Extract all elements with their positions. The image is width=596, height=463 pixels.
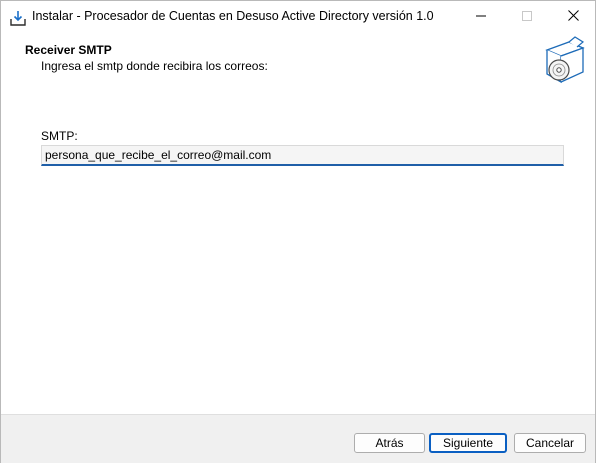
maximize-icon	[522, 10, 532, 24]
install-icon	[9, 9, 27, 27]
maximize-button[interactable]	[504, 1, 550, 33]
wizard-footer: Atrás Siguiente Cancelar	[1, 414, 595, 463]
page-title: Receiver SMTP	[25, 43, 112, 57]
back-button[interactable]: Atrás	[354, 433, 425, 453]
close-icon	[567, 10, 579, 24]
minimize-button[interactable]	[458, 1, 504, 33]
close-button[interactable]	[550, 1, 596, 33]
smtp-input[interactable]	[41, 145, 564, 166]
cancel-button[interactable]: Cancelar	[514, 433, 586, 453]
title-bar[interactable]: Instalar - Procesador de Cuentas en Desu…	[1, 1, 595, 33]
page-subtitle: Ingresa el smtp donde recibira los corre…	[41, 59, 268, 73]
next-button[interactable]: Siguiente	[429, 433, 507, 453]
installer-window: Instalar - Procesador de Cuentas en Desu…	[0, 0, 596, 463]
wizard-header: Receiver SMTP Ingresa el smtp donde reci…	[1, 33, 595, 89]
smtp-label: SMTP:	[41, 129, 78, 143]
wizard-body	[1, 89, 595, 413]
window-title: Instalar - Procesador de Cuentas en Desu…	[32, 9, 434, 23]
minimize-icon	[476, 10, 486, 24]
setup-box-icon	[539, 36, 589, 86]
